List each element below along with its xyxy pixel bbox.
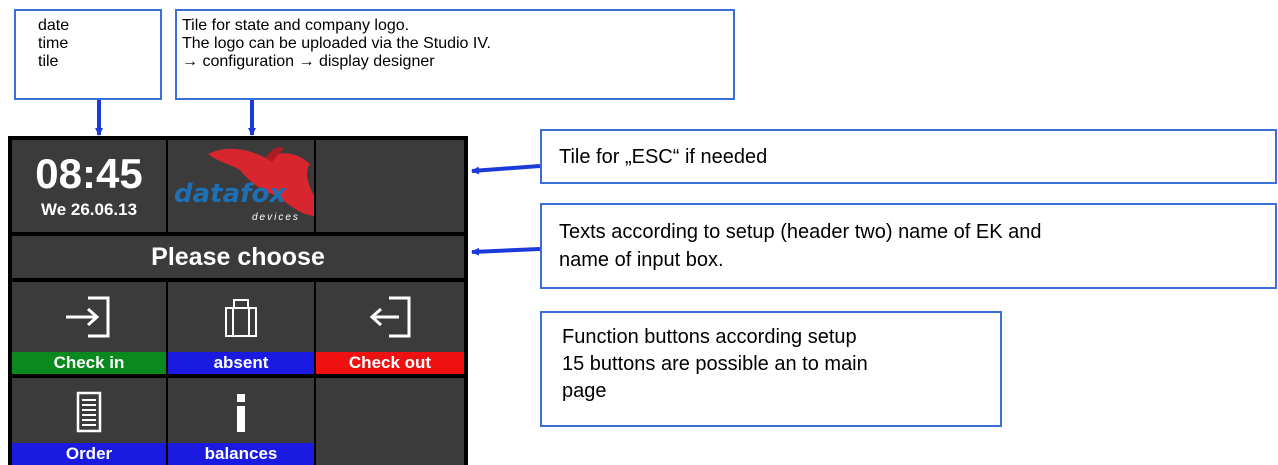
arrow-esc-tile <box>471 164 541 175</box>
connector-arrows <box>95 100 541 256</box>
arrow-header <box>471 247 541 256</box>
